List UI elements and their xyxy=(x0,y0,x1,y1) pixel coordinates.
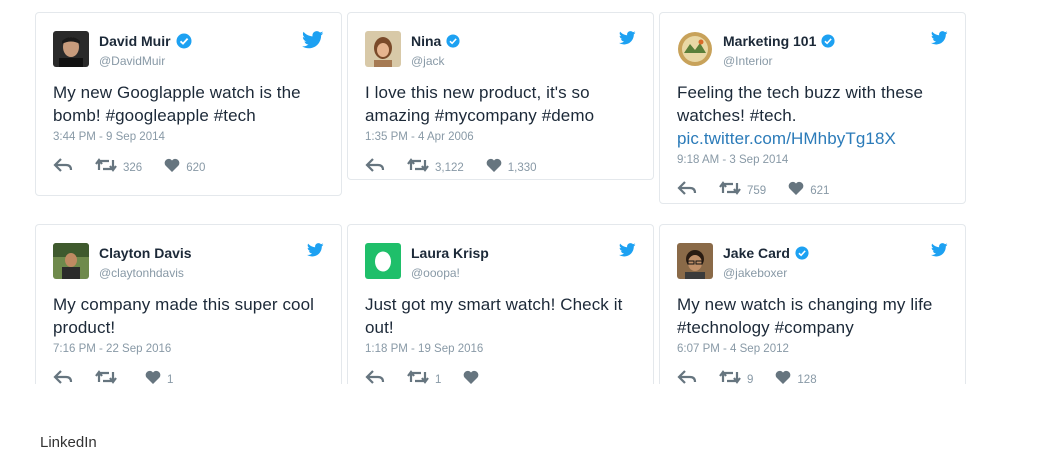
author-handle[interactable]: @DavidMuir xyxy=(99,54,192,68)
like-button[interactable]: 1 xyxy=(145,368,173,384)
like-count: 128 xyxy=(797,374,817,384)
author-name[interactable]: Nina xyxy=(411,33,441,49)
retweet-button[interactable]: 1 xyxy=(407,368,441,384)
like-button[interactable]: 621 xyxy=(788,179,829,197)
author-name[interactable]: David Muir xyxy=(99,33,171,49)
retweet-button[interactable]: 326 xyxy=(95,156,142,174)
heart-icon xyxy=(464,370,479,384)
retweet-button[interactable] xyxy=(95,370,123,384)
author-name[interactable]: Jake Card xyxy=(723,245,790,261)
retweet-icon xyxy=(95,158,117,172)
reply-icon[interactable] xyxy=(53,370,73,384)
heart-icon xyxy=(145,370,161,384)
heart-icon xyxy=(486,158,502,172)
retweet-count: 326 xyxy=(123,162,143,174)
retweet-icon xyxy=(95,370,117,384)
tweet-text: I love this new product, it's so amazing… xyxy=(365,83,595,125)
retweet-icon xyxy=(719,370,741,384)
verified-badge-icon xyxy=(176,33,192,49)
like-count: 1 xyxy=(167,374,174,384)
heart-icon xyxy=(776,370,791,384)
retweet-icon xyxy=(719,181,741,195)
retweet-count: 3,122 xyxy=(435,162,464,174)
like-count: 621 xyxy=(810,185,830,197)
heart-icon xyxy=(164,158,180,172)
tweet-timestamp[interactable]: 6:07 PM - 4 Sep 2012 xyxy=(677,343,948,355)
tweet-timestamp[interactable]: 1:18 PM - 19 Sep 2016 xyxy=(365,343,636,355)
author-handle[interactable]: @jack xyxy=(411,54,460,68)
reply-icon[interactable] xyxy=(53,158,73,172)
like-button[interactable]: 1,330 xyxy=(486,156,537,174)
tweet-timestamp[interactable]: 7:16 PM - 22 Sep 2016 xyxy=(53,343,324,355)
author-handle[interactable]: @ooopa! xyxy=(411,266,489,280)
like-count: 1,330 xyxy=(507,162,537,174)
tweet-card[interactable]: Marketing 101 @Interior Feeling the tech… xyxy=(659,12,966,204)
tweet-text: My new watch is changing my life #techno… xyxy=(677,295,933,337)
tweet-text: Just got my smart watch! Check it out! xyxy=(365,295,623,337)
tweet-text: Feeling the tech buzz with these watches… xyxy=(677,83,924,125)
tweet-card[interactable]: Clayton Davis @claytonhdavis My company … xyxy=(35,224,342,384)
tweet-card[interactable]: Laura Krisp @ooopa! Just got my smart wa… xyxy=(347,224,654,384)
avatar[interactable] xyxy=(677,243,713,279)
like-button[interactable] xyxy=(463,370,485,384)
retweet-count: 759 xyxy=(747,185,767,197)
retweet-count: 1 xyxy=(435,374,442,384)
twitter-bird-icon[interactable] xyxy=(306,243,324,262)
twitter-bird-icon[interactable] xyxy=(930,243,948,262)
author-handle[interactable]: @claytonhdavis xyxy=(99,266,192,280)
tweet-timestamp[interactable]: 1:35 PM - 4 Apr 2006 xyxy=(365,131,636,143)
twitter-bird-icon[interactable] xyxy=(302,31,324,54)
author-name[interactable]: Marketing 101 xyxy=(723,33,816,49)
like-button[interactable]: 128 xyxy=(775,368,817,384)
retweet-button[interactable]: 9 xyxy=(719,368,753,384)
verified-badge-icon xyxy=(446,34,460,48)
avatar[interactable] xyxy=(365,243,401,279)
retweet-count: 9 xyxy=(747,374,754,384)
retweet-button[interactable]: 759 xyxy=(719,179,766,197)
avatar[interactable] xyxy=(53,243,89,279)
verified-badge-icon xyxy=(821,34,835,48)
reply-icon[interactable] xyxy=(365,370,385,384)
retweet-button[interactable]: 3,122 xyxy=(407,156,464,174)
like-button[interactable]: 620 xyxy=(164,156,205,174)
reply-icon[interactable] xyxy=(677,370,697,384)
retweet-icon xyxy=(407,370,429,384)
heart-icon xyxy=(788,181,804,195)
tweet-timestamp[interactable]: 9:18 AM - 3 Sep 2014 xyxy=(677,154,948,166)
verified-badge-icon xyxy=(795,246,809,260)
twitter-bird-icon[interactable] xyxy=(930,31,948,50)
author-handle[interactable]: @Interior xyxy=(723,54,835,68)
avatar[interactable] xyxy=(677,31,713,67)
like-count: 620 xyxy=(186,162,206,174)
twitter-bird-icon[interactable] xyxy=(618,31,636,50)
avatar[interactable] xyxy=(365,31,401,67)
author-name[interactable]: Laura Krisp xyxy=(411,245,489,261)
tweet-text: My new Googlapple watch is the bomb! #go… xyxy=(53,83,301,125)
tweet-card[interactable]: Jake Card @jakeboxer My new watch is cha… xyxy=(659,224,966,384)
retweet-icon xyxy=(407,158,429,172)
linkedin-section-label: LinkedIn xyxy=(40,434,97,451)
tweet-card[interactable]: David Muir @DavidMuir My new Googlapple … xyxy=(35,12,342,196)
author-name[interactable]: Clayton Davis xyxy=(99,245,192,261)
tweet-card[interactable]: Nina @jack I love this new product, it's… xyxy=(347,12,654,180)
tweet-timestamp[interactable]: 3:44 PM - 9 Sep 2014 xyxy=(53,131,324,143)
tweet-text: My company made this super cool product! xyxy=(53,295,315,337)
reply-icon[interactable] xyxy=(677,181,697,195)
reply-icon[interactable] xyxy=(365,158,385,172)
avatar[interactable] xyxy=(53,31,89,67)
tweet-link[interactable]: pic.twitter.com/HMhbyTg18X xyxy=(677,129,896,148)
author-handle[interactable]: @jakeboxer xyxy=(723,266,809,280)
twitter-bird-icon[interactable] xyxy=(618,243,636,262)
